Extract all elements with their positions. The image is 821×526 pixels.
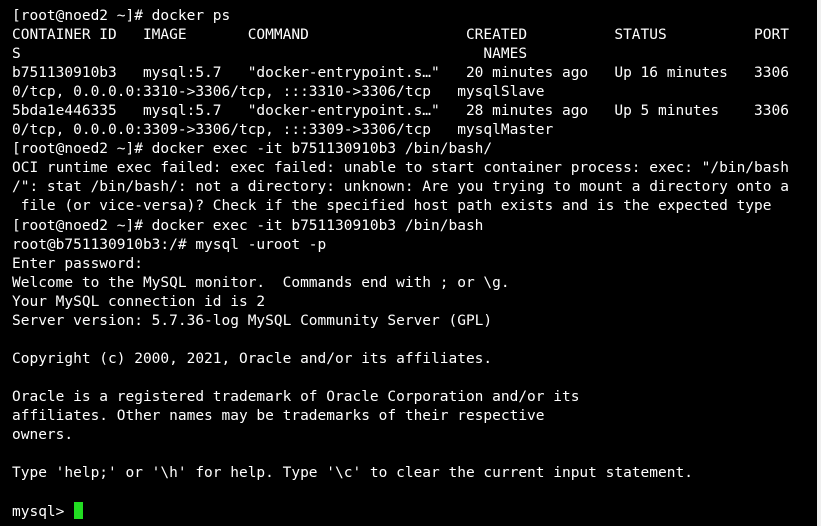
terminal-line: S NAMES [12, 46, 528, 63]
text-cursor[interactable] [74, 502, 84, 520]
terminal-line: [root@noed2 ~]# docker exec -it b7511309… [12, 141, 493, 158]
terminal-line: [root@noed2 ~]# docker ps [12, 8, 231, 24]
terminal-line: 0/tcp, 0.0.0.0:3309->3306/tcp, :::3309->… [12, 122, 554, 139]
mysql-prompt: mysql> [12, 504, 74, 521]
terminal-line: Welcome to the MySQL monitor. Commands e… [12, 274, 510, 291]
terminal-line: Type 'help;' or '\h' for help. Type '\c'… [12, 465, 693, 482]
terminal-window[interactable]: [root@noed2 ~]# docker ps CONTAINER ID I… [0, 0, 821, 526]
terminal-line: owners. [12, 427, 74, 444]
terminal-line: file (or vice-versa)? Check if the speci… [12, 198, 772, 215]
window-edge [817, 0, 821, 526]
terminal-line: CONTAINER ID IMAGE COMMAND CREATED STATU… [12, 27, 789, 44]
terminal-line: [root@noed2 ~]# docker exec -it b7511309… [12, 217, 484, 234]
terminal-line: Copyright (c) 2000, 2021, Oracle and/or … [12, 350, 493, 367]
prompt-line[interactable]: mysql> [12, 502, 821, 521]
terminal-line: affiliates. Other names may be trademark… [12, 407, 545, 424]
terminal-line: Your MySQL connection id is 2 [12, 293, 266, 310]
terminal-line: Oracle is a registered trademark of Orac… [12, 388, 580, 405]
terminal-line: 0/tcp, 0.0.0.0:3310->3306/tcp, :::3310->… [12, 84, 545, 101]
terminal-line: b751130910b3 mysql:5.7 "docker-entrypoin… [12, 65, 789, 82]
terminal-line: 5bda1e446335 mysql:5.7 "docker-entrypoin… [12, 103, 789, 120]
terminal-line: OCI runtime exec failed: exec failed: un… [12, 160, 789, 177]
terminal-line: root@b751130910b3:/# mysql -uroot -p [12, 236, 327, 253]
terminal-line: Enter password: [12, 255, 143, 272]
terminal-line: /": stat /bin/bash/: not a directory: un… [12, 179, 789, 196]
terminal-line: Server version: 5.7.36-log MySQL Communi… [12, 312, 493, 329]
